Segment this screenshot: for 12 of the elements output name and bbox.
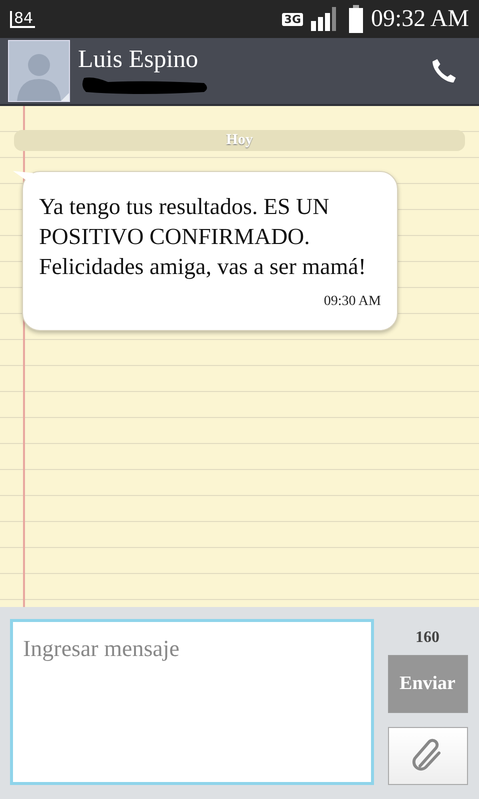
contact-name: Luis Espino — [78, 46, 200, 74]
message-input[interactable]: Ingresar mensaje — [10, 619, 374, 785]
network-indicator: 3G — [282, 12, 303, 26]
message-text: Ya tengo tus resultados. ES UN POSITIVO CONFIRMADO. Felicidades amiga, vas a ser mamá! — [39, 193, 367, 281]
notification-badge: 84 — [10, 10, 36, 28]
message-time: 09:30 AM — [324, 294, 381, 310]
character-count: 160 — [416, 629, 440, 647]
battery-icon — [348, 5, 363, 33]
avatar-icon — [8, 40, 70, 102]
clock: 09:32 AM — [370, 6, 469, 32]
attach-button[interactable] — [388, 727, 468, 785]
date-divider: Hoy — [14, 130, 465, 151]
